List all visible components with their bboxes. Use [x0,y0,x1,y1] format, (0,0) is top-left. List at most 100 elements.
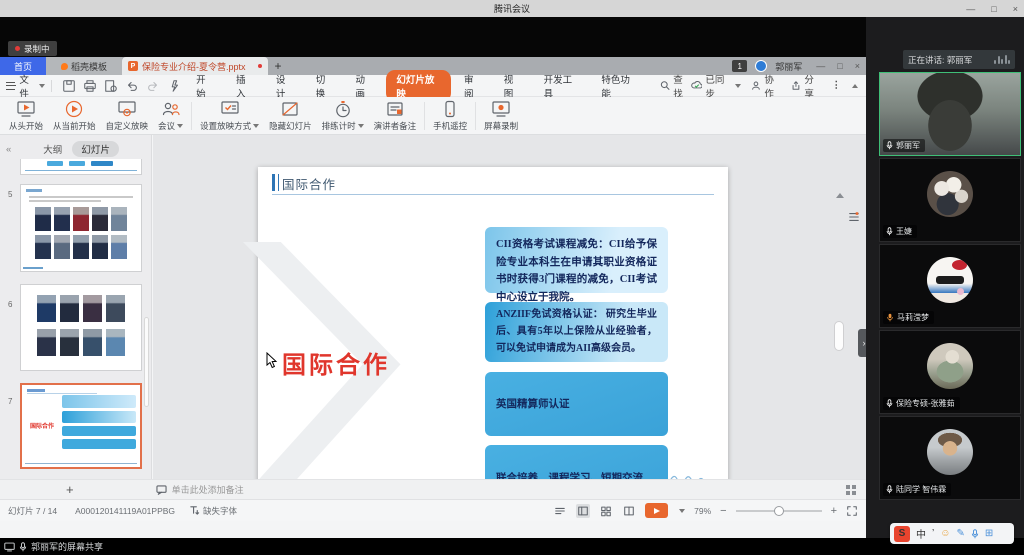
setup-show-button[interactable]: 设置放映方式 [195,98,264,134]
ime-mic-icon[interactable] [971,529,979,539]
slide-textbox-4[interactable]: 联合培养、课程学习、短期交流 [485,445,668,479]
collapse-ribbon-icon[interactable] [852,84,858,88]
menu-animation[interactable]: 动画 [345,72,385,100]
find-button[interactable]: 查找 [660,72,691,100]
more-menu-icon[interactable]: ⋮ [832,80,843,91]
sync-status[interactable]: 已同步 [691,72,741,100]
reading-view-icon[interactable] [622,504,636,518]
hamburger-icon[interactable] [6,82,15,90]
menu-insert[interactable]: 插入 [225,72,265,100]
save-icon[interactable] [62,79,76,93]
fullscreen-icon[interactable] [846,505,858,517]
preview-icon[interactable] [104,79,118,93]
slideshow-play-button[interactable] [645,503,668,518]
message-count-badge[interactable]: 1 [732,60,747,72]
menu-view[interactable]: 视图 [493,72,533,100]
hide-slide-button[interactable]: 隐藏幻灯片 [264,98,317,134]
slide-thumbnail-6[interactable] [20,284,142,371]
menu-design[interactable]: 设计 [265,72,305,100]
slide-side-label[interactable]: 国际合作 [282,345,390,380]
panel-collapse-icon[interactable]: « [6,144,11,155]
avatar [927,429,973,475]
notes-strip: + 单击此处添加备注 [0,479,866,499]
participant-tile[interactable]: 陆同学 智伟霖 [879,416,1021,500]
close-button[interactable]: × [1013,4,1018,14]
add-slide-button[interactable]: + [66,482,74,497]
participant-tile[interactable]: 马莉滢梦 [879,244,1021,328]
collaborate-person-icon [751,80,761,91]
slide-textbox-2[interactable]: ANZIIF免试资格认证： 研究生毕业后、具有5年以上保险从业经验者，可以免试申… [485,302,668,362]
maximize-button[interactable]: □ [991,4,996,14]
ime-emoji-icon[interactable]: ☺ [940,528,950,539]
file-caret-icon [39,84,45,88]
play-from-current-button[interactable]: 从当前开始 [48,98,101,134]
slide-counter: 幻灯片 7 / 14 [8,505,57,517]
menu-start[interactable]: 开始 [185,72,225,100]
slide-thumbnail-5[interactable] [20,184,142,272]
slide-heading[interactable]: 国际合作 [282,174,336,193]
meeting-button[interactable]: 会议 [153,98,188,134]
undo-icon[interactable] [125,79,139,93]
meeting-sidebar: 正在讲话: 郭丽军 郭丽军 王婕 马莉滢梦 保险专硕-张雅茹 陆同学 智伟霖 [866,17,1024,555]
screen-share-icon [4,542,15,552]
phone-remote-button[interactable]: 手机遥控 [428,98,472,134]
slide-thumbnail-partial[interactable] [20,159,142,175]
tab-outline[interactable]: 大纲 [43,142,62,156]
slide-7[interactable]: 国际合作 国际合作 CII资格考试课程减免：CII给予保险专业本科生在申请其职业… [258,167,728,479]
slide-textbox-1[interactable]: CII资格考试课程减免：CII给予保险专业本科生在申请其职业资格证书时获得3门课… [485,227,668,293]
ime-toolbox-icon[interactable]: ⊞ [985,528,993,539]
collaborate-button[interactable]: 协作 [751,72,781,100]
thumbnail-scrollbar[interactable] [144,317,149,407]
layout-options-icon[interactable] [848,211,860,223]
menu-transition[interactable]: 切换 [305,72,345,100]
presenter-notes-button[interactable]: 演讲者备注 [369,98,422,134]
outline-view-icon[interactable] [553,504,567,518]
menu-features[interactable]: 特色功能 [590,72,648,100]
ppt-file-icon: P [128,61,138,71]
redo-icon[interactable] [146,79,160,93]
tab-slides[interactable]: 幻灯片 [72,141,119,157]
wps-maximize-button[interactable]: □ [837,61,842,71]
slide-textbox-3[interactable]: 英国精算师认证 [485,372,668,436]
sogou-logo-icon[interactable]: S [894,526,910,542]
participant-tile[interactable]: 王婕 [879,158,1021,242]
participant-tile[interactable]: 保险专硕-张雅茹 [879,330,1021,414]
custom-slideshow-button[interactable]: 自定义放映 [101,98,154,134]
slide-canvas-area[interactable]: 国际合作 国际合作 CII资格考试课程减免：CII给予保险专业本科生在申请其职业… [153,135,866,479]
rehearse-timing-button[interactable]: 排练计时 [317,98,369,134]
format-painter-icon[interactable] [167,79,181,93]
tab-templates[interactable]: 稻壳模板 [46,57,122,75]
menu-review[interactable]: 审阅 [453,72,493,100]
canvas-scrollbar[interactable] [834,321,844,351]
participant-tile-video[interactable]: 郭丽军 [879,72,1021,156]
recording-badge[interactable]: 录制中 [8,41,57,56]
ime-toolbar[interactable]: S 中 ’ ☺ ✎ ⊞ [890,523,1014,544]
normal-view-icon[interactable] [576,504,590,518]
ime-mode-chinese[interactable]: 中 [916,526,926,541]
zoom-in-button[interactable]: + [831,505,837,517]
ime-pen-icon[interactable]: ✎ [956,528,964,539]
wps-minimize-button[interactable]: — [816,61,825,71]
play-from-start-button[interactable]: 从头开始 [4,98,48,134]
ime-punctuation-icon[interactable]: ’ [932,528,934,539]
screen-record-button[interactable]: 屏幕录制 [479,98,523,134]
slide-thumbnail-7-selected[interactable]: 国际合作 [20,383,142,469]
zoom-slider-knob[interactable] [774,506,784,516]
share-button[interactable]: 分享 [791,72,821,100]
missing-font-label[interactable]: 缺失字体 [203,505,237,517]
print-icon[interactable] [83,79,97,93]
account-avatar[interactable] [755,60,767,72]
menu-devtools[interactable]: 开发工具 [533,72,591,100]
minimize-button[interactable]: — [966,4,975,14]
scroll-up-icon[interactable] [836,193,844,198]
zoom-slider[interactable] [736,510,822,512]
slide-layout-grid-icon[interactable] [846,485,856,495]
play-options-caret-icon[interactable] [679,509,685,513]
zoom-out-button[interactable]: − [720,505,726,517]
slide-number: 5 [8,190,12,199]
menu-file[interactable]: 文件 [19,72,37,100]
zoom-level[interactable]: 79% [694,506,711,516]
slide-sorter-view-icon[interactable] [599,504,613,518]
wps-close-button[interactable]: × [855,61,860,71]
notes-placeholder[interactable]: 单击此处添加备注 [172,483,244,496]
